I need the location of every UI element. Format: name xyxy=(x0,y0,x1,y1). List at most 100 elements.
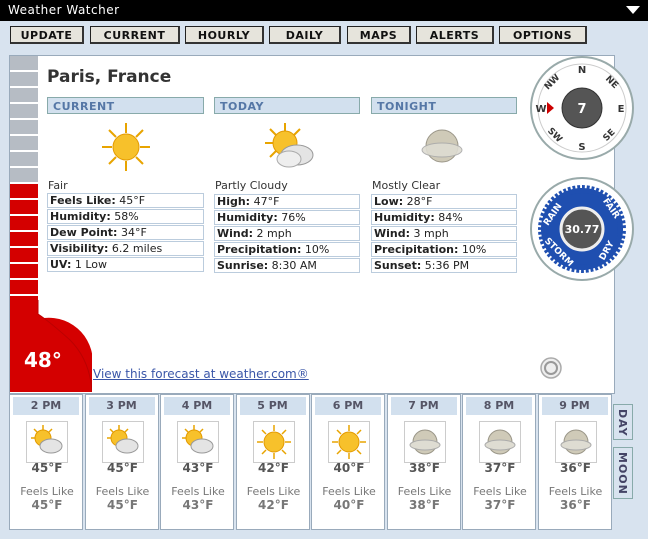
feels-like-label: Feels Like xyxy=(322,485,376,498)
hour-temperature: 45°F xyxy=(31,461,63,475)
row-value: 34°F xyxy=(117,226,147,239)
window-menu-arrow-icon[interactable] xyxy=(626,6,640,14)
hour-temperature: 42°F xyxy=(258,461,289,475)
hourly-button[interactable]: HOURLY xyxy=(185,26,264,44)
hourly-column: 4 PM 43°F Feels Like 43°F xyxy=(160,394,234,530)
today-row-wind: Wind: 2 mph xyxy=(214,226,360,241)
feels-like-value: 42°F xyxy=(258,498,289,512)
barometer-value: 30.77 xyxy=(565,223,600,236)
hourly-column: 8 PM 37°F Feels Like 37°F xyxy=(462,394,536,530)
weather-com-link[interactable]: View this forecast at weather.com® xyxy=(93,367,309,381)
row-label: Precipitation: xyxy=(217,243,302,256)
feels-like-label: Feels Like xyxy=(20,485,74,498)
clear-night-icon xyxy=(479,421,521,463)
row-value: 76% xyxy=(277,211,306,224)
mostly-clear-night-icon xyxy=(421,129,463,163)
hourly-column: 6 PM 40°F Feels Like 40°F xyxy=(311,394,385,530)
tonight-row-precipitation: Precipitation: 10% xyxy=(371,242,517,257)
row-label: Wind: xyxy=(217,227,254,240)
row-value: 84% xyxy=(434,211,463,224)
row-value: 5:36 PM xyxy=(421,259,470,272)
tab-moon-label: MOON xyxy=(616,452,629,495)
compass-e-label: E xyxy=(618,104,625,115)
tonight-row-sunset: Sunset: 5:36 PM xyxy=(371,258,517,273)
thermometer-segment xyxy=(10,248,38,264)
hour-label: 7 PM xyxy=(390,397,457,415)
row-label: Precipitation: xyxy=(374,243,459,256)
alerts-button[interactable]: ALERTS xyxy=(416,26,494,44)
barometer-gauge: RAIN FAIR STORM DRY 30.77 xyxy=(530,177,634,281)
update-button[interactable]: UPDATE xyxy=(10,26,84,44)
compass-n-label: N xyxy=(578,65,586,76)
thermometer-segment xyxy=(10,56,38,72)
row-value: 47°F xyxy=(250,195,280,208)
compass-w-label: W xyxy=(535,104,546,115)
today-row-high: High: 47°F xyxy=(214,194,360,209)
today-condition: Partly Cloudy xyxy=(215,179,288,192)
current-row-humidity: Humidity: 58% xyxy=(47,209,204,224)
tonight-row-wind: Wind: 3 mph xyxy=(371,226,517,241)
current-temperature: 48° xyxy=(24,348,62,372)
row-label: Humidity: xyxy=(217,211,278,224)
row-label: Wind: xyxy=(374,227,411,240)
row-value: 1 Low xyxy=(71,258,108,271)
current-row-feels-like: Feels Like: 45°F xyxy=(47,193,204,208)
current-row-dew-point: Dew Point: 34°F xyxy=(47,225,204,240)
current-row-visibility: Visibility: 6.2 miles xyxy=(47,241,204,256)
title-bar: Weather Watcher xyxy=(0,0,648,21)
hourly-column: 5 PM 42°F Feels Like 42°F xyxy=(235,394,310,530)
row-value: 58% xyxy=(110,210,139,223)
tonight-row-humidity: Humidity: 84% xyxy=(371,210,517,225)
refresh-circle-icon[interactable] xyxy=(540,357,562,379)
feels-like-value: 36°F xyxy=(560,498,591,512)
hour-label: 3 PM xyxy=(88,397,155,415)
row-label: Dew Point: xyxy=(50,226,118,239)
partly-cloudy-icon xyxy=(177,421,219,463)
daily-button[interactable]: DAILY xyxy=(269,26,341,44)
current-condition: Fair xyxy=(48,179,68,192)
hour-temperature: 36°F xyxy=(560,461,591,475)
row-label: Sunrise: xyxy=(217,259,269,272)
thermometer-segment xyxy=(10,200,38,216)
partly-cloudy-icon xyxy=(265,123,314,168)
row-value: 10% xyxy=(458,243,487,256)
current-button[interactable]: CURRENT xyxy=(90,26,180,44)
row-label: Sunset: xyxy=(374,259,422,272)
row-label: Humidity: xyxy=(374,211,435,224)
hour-label: 5 PM xyxy=(239,397,306,415)
thermometer-segment xyxy=(10,104,38,120)
weather-watcher-window: Weather Watcher UPDATE CURRENT HOURLY DA… xyxy=(0,0,648,539)
row-value: 3 mph xyxy=(410,227,449,240)
hour-temperature: 38°F xyxy=(409,461,440,475)
hour-label: 2 PM xyxy=(13,397,79,415)
tonight-condition: Mostly Clear xyxy=(372,179,441,192)
hour-label: 9 PM xyxy=(541,397,608,415)
tab-moon[interactable]: MOON xyxy=(613,447,633,499)
hourly-column: 3 PM 45°F Feels Like 45°F xyxy=(84,394,159,530)
hour-label: 8 PM xyxy=(466,397,532,415)
toolbar: UPDATE CURRENT HOURLY DAILY MAPS ALERTS … xyxy=(0,21,648,49)
today-row-humidity: Humidity: 76% xyxy=(214,210,360,225)
maps-button[interactable]: MAPS xyxy=(347,26,411,44)
hour-temperature: 45°F xyxy=(107,461,138,475)
options-button[interactable]: OPTIONS xyxy=(499,26,587,44)
tab-day-label: DAY xyxy=(616,409,629,437)
wind-speed: 7 xyxy=(577,102,586,117)
tab-day[interactable]: DAY xyxy=(613,404,633,440)
today-row-precipitation: Precipitation: 10% xyxy=(214,242,360,257)
current-row-uv: UV: 1 Low xyxy=(47,257,204,272)
feels-like-value: 45°F xyxy=(107,498,138,512)
row-value: 8:30 AM xyxy=(268,259,317,272)
thermometer-segment xyxy=(10,216,38,232)
tonight-header: TONIGHT xyxy=(371,97,517,114)
feels-like-value: 45°F xyxy=(31,498,63,512)
row-label: Visibility: xyxy=(50,242,109,255)
thermometer-segment xyxy=(10,120,38,136)
sunny-icon xyxy=(328,421,370,463)
hourly-forecast: 2 PM 45°F Feels Like 45°F 3 PM 45°F Feels Like… xyxy=(9,394,613,531)
hourly-column: 7 PM 38°F Feels Like 38°F xyxy=(386,394,461,530)
thermometer-bulb xyxy=(10,300,92,392)
feels-like-value: 37°F xyxy=(484,498,516,512)
thermometer-segment xyxy=(10,232,38,248)
feels-like-value: 38°F xyxy=(409,498,440,512)
